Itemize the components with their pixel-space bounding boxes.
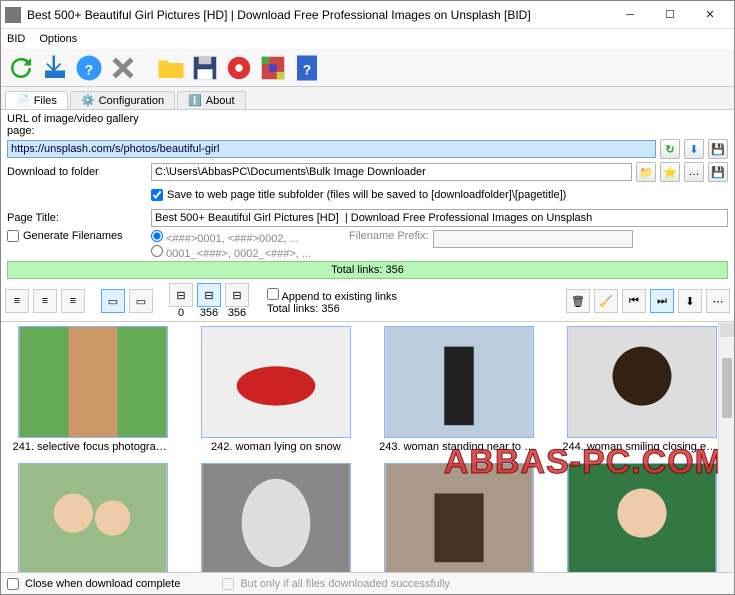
scrollbar[interactable] [718,322,734,572]
total-links-bar: Total links: 356 [7,261,728,279]
link-toolbar: ≡ ≡ ≡ ▭ ▭ ⊟0 ⊟356 ⊟356 Append to existin… [1,281,734,322]
thumbnail-item[interactable] [559,463,726,572]
close-on-complete-label: Close when download complete [25,578,180,590]
next-button[interactable]: ⏭ [650,289,674,313]
page-title-label: Page Title: [7,212,147,224]
align-left-icon[interactable]: ≡ [5,289,29,313]
count-total-icon[interactable]: ⊟ [225,283,249,307]
count-selected-icon[interactable]: ⊟ [197,283,221,307]
page-title-input[interactable] [151,209,728,227]
thumbnail-item[interactable] [9,463,176,572]
only-if-success-label: But only if all files downloaded success… [240,578,450,590]
prefix-input [433,230,633,248]
thumb-small-icon[interactable]: ▭ [101,289,125,313]
subfolder-label: Save to web page title subfolder (files … [167,189,566,201]
thumbnail-item[interactable]: 241. selective focus photography of ... [9,326,176,453]
form-panel: URL of image/video gallery page: ↻ ⬇ 💾 D… [1,109,734,281]
thumbnail-item[interactable] [376,463,543,572]
prev-button[interactable]: ⏮ [622,289,646,313]
scroll-thumb[interactable] [722,358,732,418]
window-title: Best 500+ Beautiful Girl Pictures [HD] |… [27,8,610,22]
svg-text:?: ? [303,62,311,77]
close-on-complete-checkbox[interactable] [7,578,19,590]
gear-icon: ⚙️ [81,94,95,107]
scroll-up-icon[interactable] [720,323,734,337]
close-button[interactable]: ✕ [690,3,730,27]
menu-options[interactable]: Options [39,33,77,45]
folder-open-button[interactable]: 📁 [636,162,656,182]
url-save-button[interactable]: 💾 [708,139,728,159]
settings-gear-button[interactable] [223,52,255,84]
url-refresh-button[interactable]: ↻ [660,139,680,159]
generate-filenames-label: Generate Filenames [23,230,123,242]
fname-pattern2-radio[interactable] [151,245,163,257]
refresh-button[interactable] [5,52,37,84]
footer: Close when download complete But only if… [1,572,734,594]
fname-pattern1-radio[interactable] [151,230,163,242]
app-icon [5,7,21,23]
download-selected-button[interactable]: ⬇ [678,289,702,313]
more-button[interactable]: ⋯ [706,289,730,313]
thumbnail-item[interactable] [192,463,359,572]
only-if-success-checkbox [222,578,234,590]
folder-input[interactable] [151,163,632,181]
align-center-icon[interactable]: ≡ [33,289,57,313]
generate-filenames-checkbox[interactable] [7,230,19,242]
folder-browse-button[interactable]: … [684,162,704,182]
help-button[interactable]: ? [73,52,105,84]
menubar: BID Options [1,29,734,49]
folder-save-button[interactable]: 💾 [708,162,728,182]
save-disk-button[interactable] [189,52,221,84]
tab-configuration[interactable]: ⚙️Configuration [70,91,175,109]
cancel-button[interactable] [107,52,139,84]
svg-text:?: ? [85,62,93,77]
total-links-text: Total links: 356 [267,303,397,315]
main-toolbar: ? ? [1,49,734,87]
align-right-icon[interactable]: ≡ [61,289,85,313]
url-input[interactable] [7,140,656,158]
minimize-button[interactable]: ─ [610,3,650,27]
url-download-button[interactable]: ⬇ [684,139,704,159]
subfolder-checkbox[interactable] [151,189,163,201]
thumbnail-grid: 241. selective focus photography of ... … [1,322,734,572]
files-icon: 📄 [16,94,30,107]
help2-button[interactable]: ? [291,52,323,84]
thumb-large-icon[interactable]: ▭ [129,289,153,313]
open-folder-button[interactable] [155,52,187,84]
thumbnail-item[interactable]: 244. woman smiling closing eyes whil... [559,326,726,453]
download-button[interactable] [39,52,71,84]
thumbnail-item[interactable]: 243. woman standing near to pole [376,326,543,453]
folder-label: Download to folder [7,166,147,178]
maximize-button[interactable]: ☐ [650,3,690,27]
grid-button[interactable] [257,52,289,84]
delete-button[interactable]: 🗑 [566,289,590,313]
info-icon: ℹ️ [188,94,202,107]
count-zero-icon[interactable]: ⊟ [169,283,193,307]
append-links-checkbox[interactable] [267,288,279,300]
titlebar: Best 500+ Beautiful Girl Pictures [HD] |… [1,1,734,29]
folder-star-button[interactable]: ⭐ [660,162,680,182]
tab-files[interactable]: 📄Files [5,91,68,109]
url-label: URL of image/video gallery page: [7,113,147,137]
thumbnail-item[interactable]: 242. woman lying on snow [192,326,359,453]
clean-button[interactable]: 🧹 [594,289,618,313]
prefix-label: Filename Prefix: [349,230,428,242]
tab-row: 📄Files ⚙️Configuration ℹ️About [1,87,734,109]
tab-about[interactable]: ℹ️About [177,91,245,109]
menu-bid[interactable]: BID [7,33,25,45]
